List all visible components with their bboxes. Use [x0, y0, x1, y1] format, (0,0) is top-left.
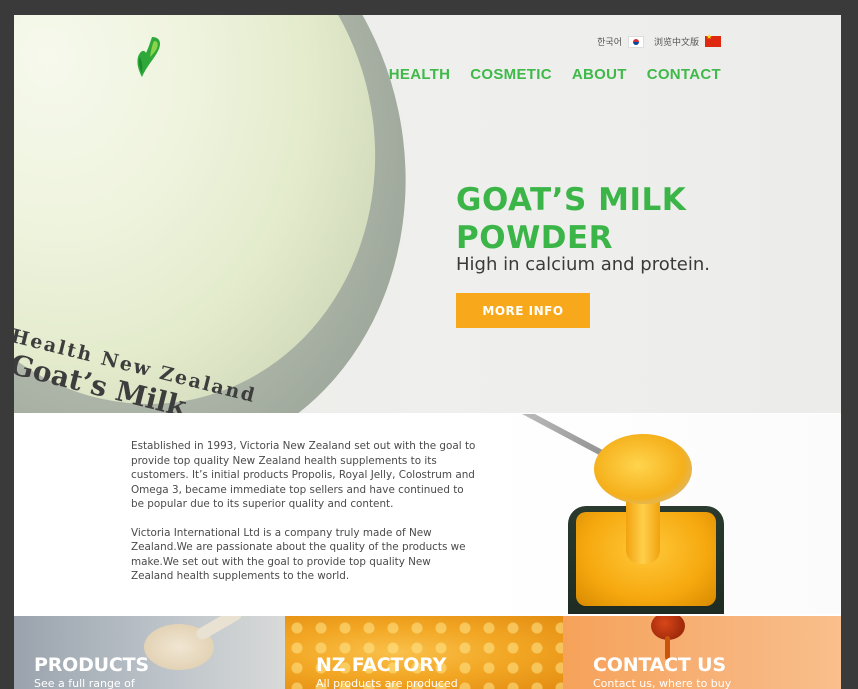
- tile-contact-title: CONTACT US: [593, 654, 726, 676]
- lang-korean-link[interactable]: 한국어: [597, 35, 644, 48]
- tile-contact-us[interactable]: CONTACT US Contact us, where to buy: [563, 616, 841, 689]
- nav-about[interactable]: ABOUT: [572, 66, 627, 83]
- lang-chinese-label: 浏览中文版: [653, 38, 699, 48]
- more-info-button[interactable]: MORE INFO: [456, 293, 590, 328]
- tile-nz-factory[interactable]: NZ FACTORY All products are produced: [285, 616, 563, 689]
- spoon-bowl-shape: [594, 434, 692, 504]
- korea-flag-icon: [627, 35, 644, 48]
- feature-tiles: PRODUCTS See a full range of NZ FACTORY …: [14, 616, 841, 689]
- hero-title-line2: POWDER: [456, 220, 614, 256]
- about-paragraph-1: Established in 1993, Victoria New Zealan…: [131, 440, 476, 510]
- tile-products-text: See a full range of: [34, 677, 135, 689]
- language-switcher: 한국어 浏览中文版: [597, 33, 721, 48]
- hero-banner: Health New Zealand Goat’s Milk 한국어 浏览中文版…: [14, 15, 841, 413]
- scoop-handle-shape: [194, 616, 244, 642]
- tile-factory-text: All products are produced: [316, 677, 458, 689]
- hero-title: GOAT’S MILK POWDER: [456, 181, 796, 257]
- nav-health[interactable]: HEALTH: [389, 66, 451, 83]
- tile-products-title: PRODUCTS: [34, 654, 149, 676]
- lang-chinese-link[interactable]: 浏览中文版: [653, 33, 721, 48]
- hero-subtitle: High in calcium and protein.: [456, 254, 711, 275]
- logo-icon[interactable]: [132, 35, 166, 81]
- lang-korean-label: 한국어: [597, 38, 622, 48]
- main-nav: HEALTH COSMETIC ABOUT CONTACT: [389, 66, 721, 83]
- nav-contact[interactable]: CONTACT: [647, 66, 721, 83]
- about-section: Established in 1993, Victoria New Zealan…: [131, 439, 476, 598]
- hero-title-line1: GOAT’S MILK: [456, 182, 687, 218]
- nav-cosmetic[interactable]: COSMETIC: [470, 66, 552, 83]
- about-paragraph-2: Victoria International Ltd is a company …: [131, 526, 466, 583]
- china-flag-icon: [705, 33, 721, 47]
- tile-products[interactable]: PRODUCTS See a full range of: [14, 616, 285, 689]
- tile-contact-text: Contact us, where to buy: [593, 677, 732, 689]
- honey-jar-image: [476, 414, 841, 614]
- tile-factory-title: NZ FACTORY: [316, 654, 447, 676]
- page: Health New Zealand Goat’s Milk 한국어 浏览中文版…: [14, 15, 841, 689]
